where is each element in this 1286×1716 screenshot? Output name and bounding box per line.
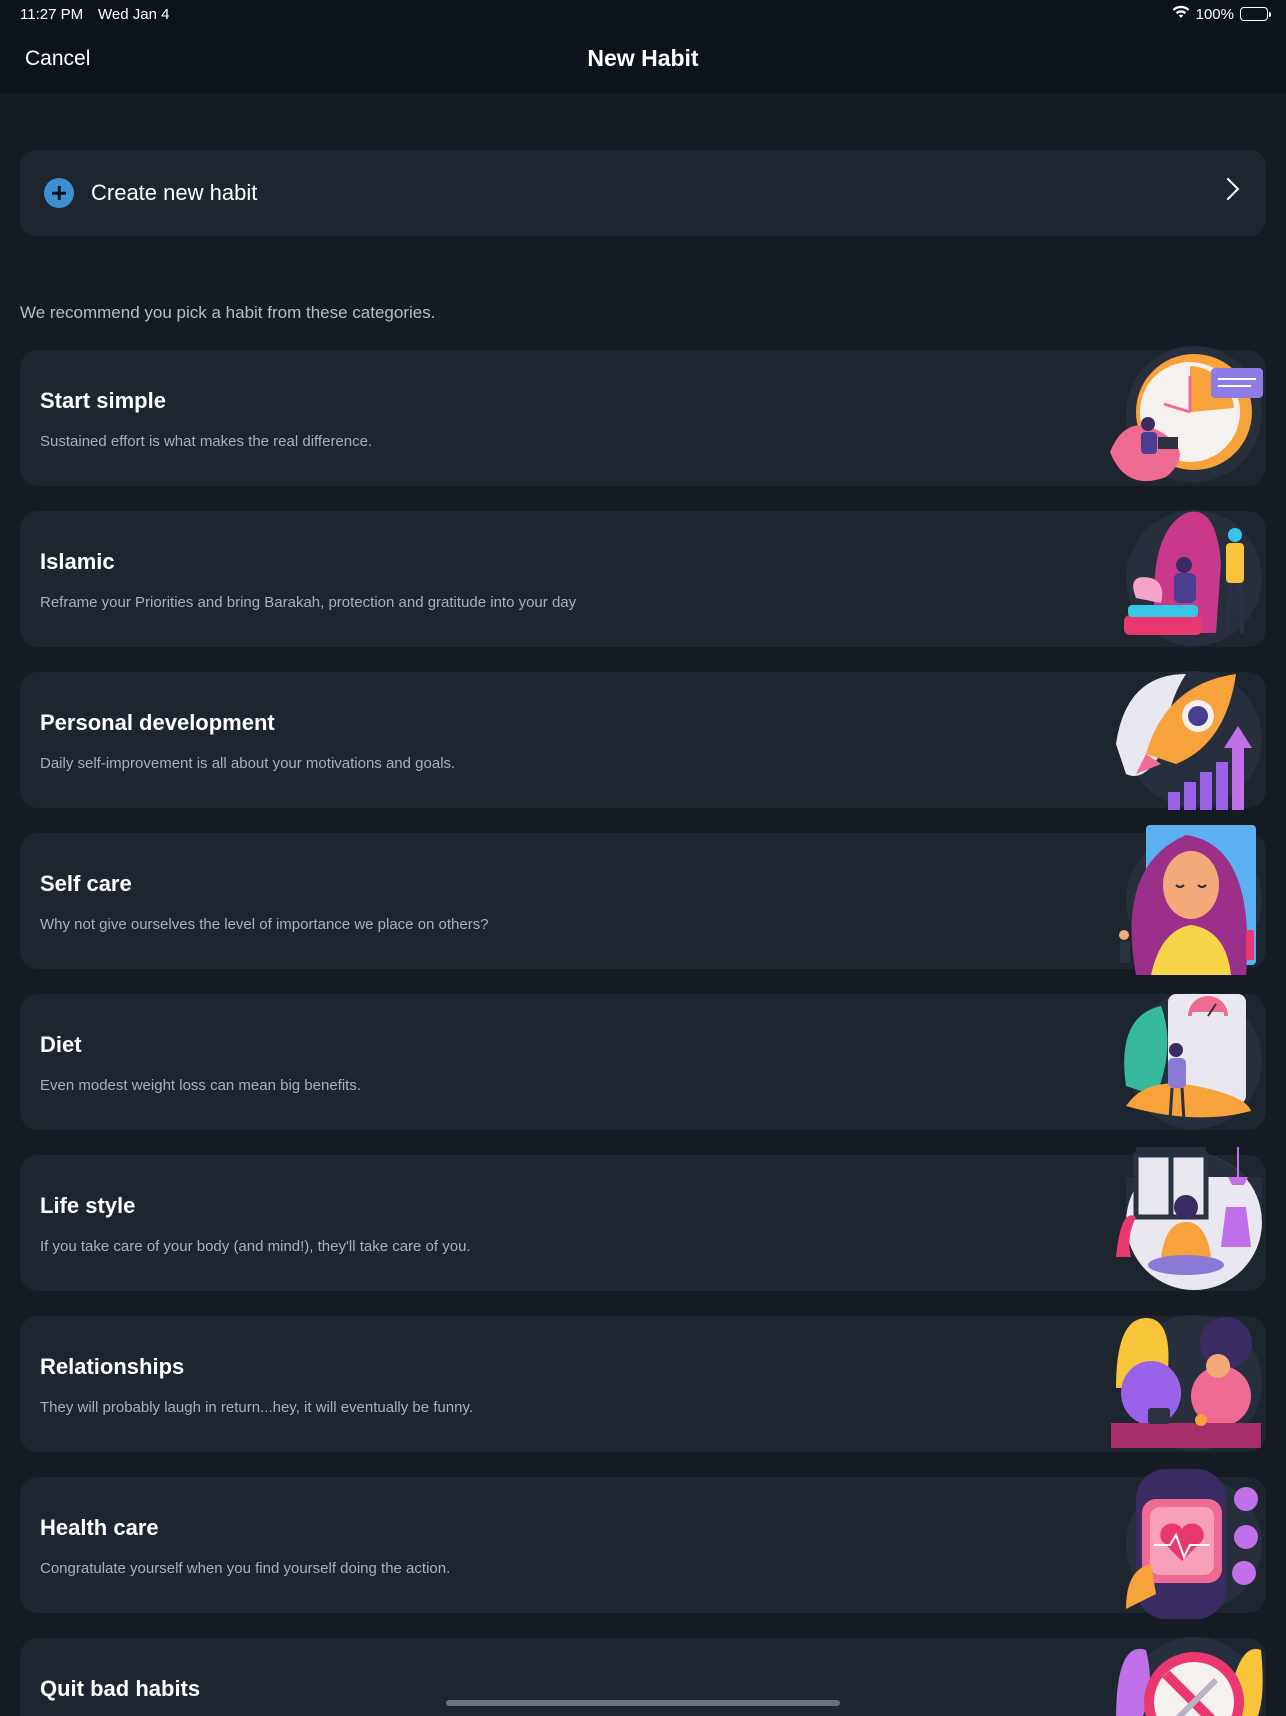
- create-new-habit-label: Create new habit: [91, 180, 258, 205]
- top-bar: 11:27 PM Wed Jan 4 100% Cancel New Habit: [0, 0, 1286, 93]
- status-indicators: 100%: [1172, 5, 1271, 23]
- category-title: Islamic: [40, 549, 115, 574]
- category-card-health-care[interactable]: Health care Congratulate yourself when y…: [20, 1469, 1266, 1619]
- category-title: Life style: [40, 1193, 136, 1218]
- category-card-relationships[interactable]: Relationships They will probably laugh i…: [20, 1315, 1266, 1452]
- category-card-start-simple[interactable]: Start simple Sustained effort is what ma…: [20, 346, 1266, 486]
- category-description: Why not give ourselves the level of impo…: [40, 916, 489, 933]
- category-description: If you take care of your body (and mind!…: [40, 1238, 471, 1255]
- category-card-diet[interactable]: Diet Even modest weight loss can mean bi…: [20, 993, 1266, 1130]
- scale-illustration-icon: [1106, 986, 1266, 1136]
- category-card-self-care[interactable]: Self care Why not give ourselves the lev…: [20, 825, 1266, 975]
- category-description: Reframe your Priorities and bring Baraka…: [40, 594, 577, 611]
- category-title: Relationships: [40, 1354, 185, 1379]
- category-title: Quit bad habits: [40, 1676, 201, 1701]
- plus-circle-icon: [44, 178, 74, 208]
- category-title: Personal development: [40, 710, 275, 735]
- no-smoking-illustration-icon: [1106, 1630, 1266, 1716]
- category-description: Daily self-improvement is all about your…: [40, 755, 456, 772]
- category-title: Start simple: [40, 388, 166, 413]
- category-description: Sustained effort is what makes the real …: [40, 433, 373, 450]
- status-date: Wed Jan 4: [98, 6, 170, 23]
- meditation-illustration-icon: [1106, 1147, 1266, 1297]
- category-description: Even modest weight loss can mean big ben…: [40, 1077, 362, 1094]
- category-title: Self care: [40, 871, 132, 896]
- category-description: Congratulate yourself when you find your…: [40, 1560, 451, 1577]
- reading-illustration-icon: [1106, 503, 1266, 653]
- battery-percent: 100%: [1195, 5, 1234, 23]
- couple-illustration-icon: [1106, 1308, 1266, 1458]
- new-habit-screen: 11:27 PM Wed Jan 4 100% Cancel New Habit…: [0, 0, 1286, 1716]
- clock-illustration-icon: [1106, 342, 1266, 492]
- battery-icon: [1240, 7, 1271, 21]
- home-indicator[interactable]: [446, 1700, 840, 1706]
- page-title: New Habit: [587, 45, 699, 71]
- recommendation-text: We recommend you pick a habit from these…: [20, 303, 436, 322]
- smartwatch-illustration-icon: [1106, 1469, 1266, 1619]
- create-new-habit-button[interactable]: Create new habit: [20, 150, 1266, 236]
- category-card-personal-development[interactable]: Personal development Daily self-improvem…: [20, 671, 1266, 810]
- category-title: Diet: [40, 1032, 82, 1057]
- wifi-icon: [1172, 5, 1190, 23]
- category-description: They will probably laugh in return...hey…: [40, 1399, 474, 1416]
- category-title: Health care: [40, 1515, 159, 1540]
- category-card-islamic[interactable]: Islamic Reframe your Priorities and brin…: [20, 510, 1266, 647]
- category-card-life-style[interactable]: Life style If you take care of your body…: [20, 1147, 1266, 1291]
- status-time: 11:27 PM: [20, 6, 84, 23]
- rocket-growth-illustration-icon: [1106, 664, 1266, 814]
- self-care-illustration-icon: [1106, 825, 1266, 975]
- chevron-right-icon: [1216, 177, 1240, 201]
